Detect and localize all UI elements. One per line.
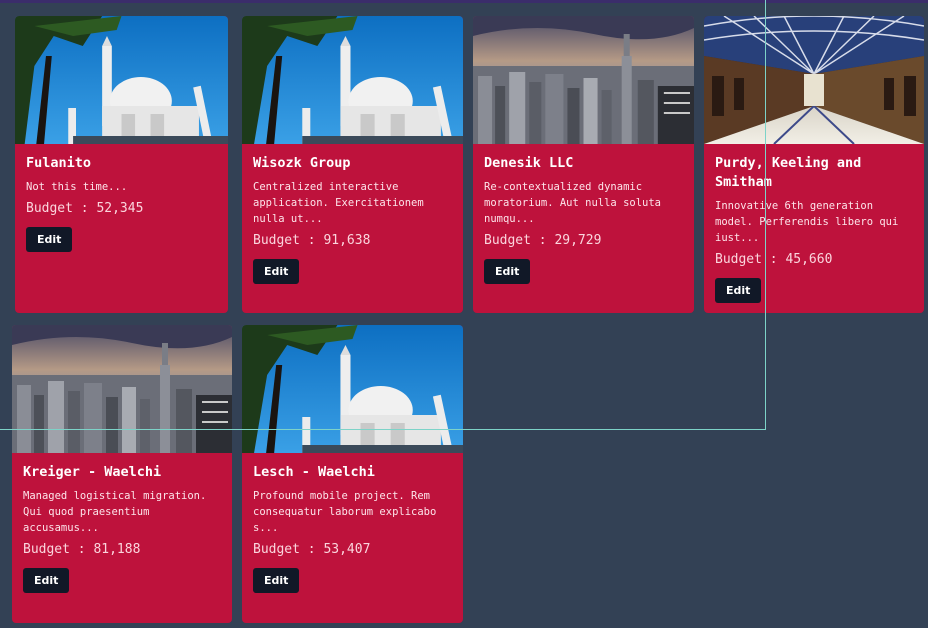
- card-description: Centralized interactive application. Exe…: [253, 181, 424, 225]
- card-description: Re-contextualized dynamic moratorium. Au…: [484, 181, 662, 225]
- card-kreiger-waelchi: Kreiger - Waelchi Managed logistical mig…: [12, 325, 232, 623]
- card-description: Managed logistical migration. Qui quod p…: [23, 490, 207, 534]
- card-budget: Budget : 53,407: [253, 542, 371, 557]
- card-title: Denesik LLC: [484, 155, 574, 171]
- card-purdy-keeling-and-smitham: Purdy, Keeling and Smitham Innovative 6t…: [704, 16, 924, 313]
- arcade-hall-image: [704, 16, 924, 144]
- card-description: Not this time...: [26, 181, 128, 193]
- card-budget: Budget : 52,345: [26, 201, 144, 216]
- card-wisozk-group: Wisozk Group Centralized interactive app…: [242, 16, 463, 313]
- edit-button[interactable]: Edit: [26, 227, 73, 252]
- taj-mahal-image: [242, 325, 463, 453]
- city-skyline-image: [473, 16, 694, 144]
- card-budget: Budget : 81,188: [23, 542, 141, 557]
- top-strip: [0, 0, 928, 3]
- edit-button[interactable]: Edit: [484, 259, 531, 284]
- card-title: Wisozk Group: [253, 155, 351, 171]
- card-description: Profound mobile project. Rem consequatur…: [253, 490, 437, 534]
- card-lesch-waelchi: Lesch - Waelchi Profound mobile project.…: [242, 325, 463, 623]
- edit-button[interactable]: Edit: [715, 278, 762, 303]
- taj-mahal-image: [15, 16, 228, 144]
- edit-button[interactable]: Edit: [253, 259, 300, 284]
- card-denesik-llc: Denesik LLC Re-contextualized dynamic mo…: [473, 16, 694, 313]
- edit-button[interactable]: Edit: [23, 568, 70, 593]
- taj-mahal-image: [242, 16, 463, 144]
- card-title: Fulanito: [26, 155, 92, 171]
- edit-button[interactable]: Edit: [253, 568, 300, 593]
- card-description: Innovative 6th generation model. Perfere…: [715, 200, 899, 244]
- card-title: Kreiger - Waelchi: [23, 464, 162, 480]
- city-skyline-image: [12, 325, 232, 453]
- card-title: Lesch - Waelchi: [253, 464, 375, 480]
- card-budget: Budget : 45,660: [715, 252, 833, 267]
- card-budget: Budget : 91,638: [253, 233, 371, 248]
- card-title: Purdy, Keeling and Smitham: [715, 155, 862, 190]
- card-budget: Budget : 29,729: [484, 233, 602, 248]
- card-fulanito: Fulanito Not this time... Budget : 52,34…: [15, 16, 228, 313]
